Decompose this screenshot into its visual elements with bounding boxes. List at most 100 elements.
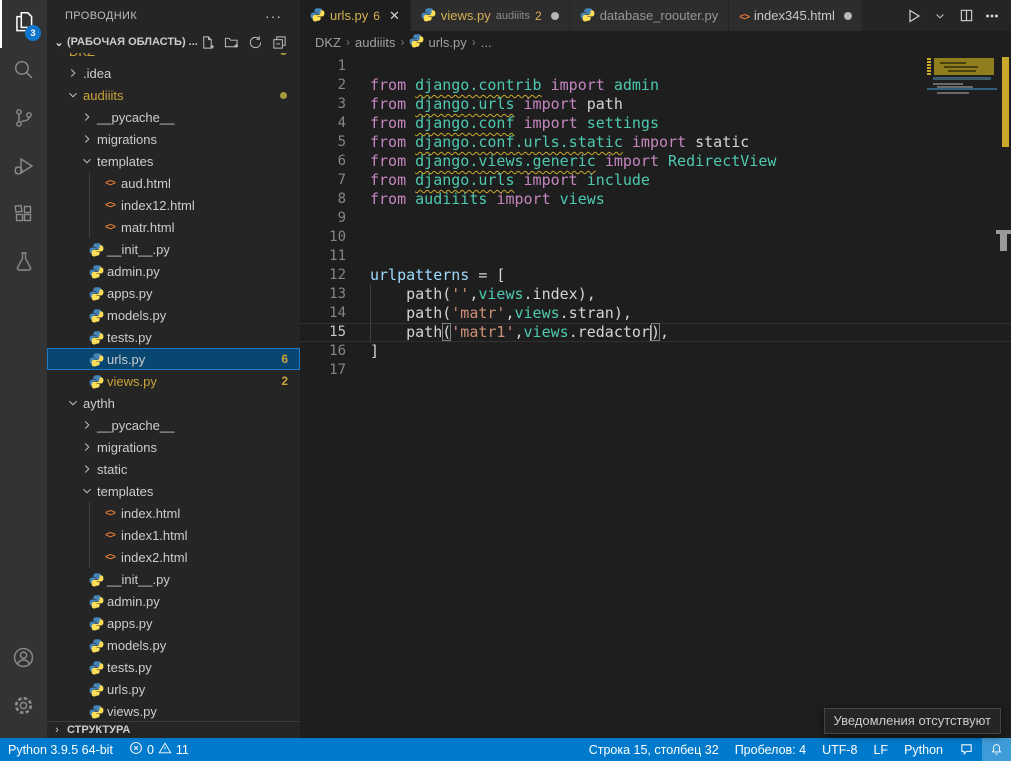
code-token: 'matr' <box>451 304 505 322</box>
tab-index345-html[interactable]: <>index345.html <box>729 0 863 31</box>
tree-item-index12-html[interactable]: <>index12.html <box>47 194 300 216</box>
tree-item-templates[interactable]: templates <box>47 150 300 172</box>
tree-item-urls-py[interactable]: urls.py6 <box>47 348 300 370</box>
tree-item-admin-py[interactable]: admin.py <box>47 590 300 612</box>
outline-section-header[interactable]: › СТРУКТУРА <box>47 721 300 738</box>
tree-item-tests-py[interactable]: tests.py <box>47 656 300 678</box>
tree-item-index-html[interactable]: <>index.html <box>47 502 300 524</box>
tree-item-audiiits[interactable]: audiiits <box>47 84 300 106</box>
cursor-position-status[interactable]: Строка 15, столбец 32 <box>581 738 727 761</box>
activity-testing-button[interactable] <box>0 240 47 288</box>
tab-database-roouter-py[interactable]: database_roouter.py <box>570 0 730 31</box>
code-line-6[interactable]: 6from django.views.generic import Redire… <box>300 152 1011 171</box>
chevron-right-icon <box>79 110 95 124</box>
activity-explorer-button[interactable]: 3 <box>0 0 47 48</box>
ellipsis-icon[interactable] <box>981 5 1003 27</box>
code-line-3[interactable]: 3from django.urls import path <box>300 95 1011 114</box>
tree-item-aud-html[interactable]: <>aud.html <box>47 172 300 194</box>
activity-search-button[interactable] <box>0 48 47 96</box>
tree-item-views-py[interactable]: views.py2 <box>47 370 300 392</box>
code-line-4[interactable]: 4from django.conf import settings <box>300 114 1011 133</box>
tree-item--init-py[interactable]: __init__.py <box>47 238 300 260</box>
tree-item--idea[interactable]: .idea <box>47 62 300 84</box>
code-line-10[interactable]: 10 <box>300 228 1011 247</box>
tree-item-index1-html[interactable]: <>index1.html <box>47 524 300 546</box>
tree-item-dkz[interactable]: DKZ <box>47 53 300 62</box>
tree-item-index2-html[interactable]: <>index2.html <box>47 546 300 568</box>
notifications-bell-icon[interactable] <box>982 738 1011 761</box>
code-token: from <box>370 171 406 189</box>
encoding-status[interactable]: UTF-8 <box>814 738 865 761</box>
breadcrumb-item[interactable]: DKZ <box>315 35 341 50</box>
tree-item-urls-py[interactable]: urls.py <box>47 678 300 700</box>
code-editor[interactable]: 12from django.contrib import admin3from … <box>300 53 1011 738</box>
tree-item-tests-py[interactable]: tests.py <box>47 326 300 348</box>
language-mode-status[interactable]: Python <box>896 738 951 761</box>
tree-item-models-py[interactable]: models.py <box>47 304 300 326</box>
tab-views-py[interactable]: views.pyaudiiits2 <box>411 0 570 31</box>
testing-icon <box>12 250 36 279</box>
minimap[interactable] <box>927 57 997 307</box>
code-line-16[interactable]: 16] <box>300 342 1011 361</box>
code-line-8[interactable]: 8from audiiits import views <box>300 190 1011 209</box>
code-line-15[interactable]: 15 path('matr1',views.redactor), <box>300 323 1011 342</box>
tree-item-label: aud.html <box>121 176 171 191</box>
eol-status[interactable]: LF <box>865 738 896 761</box>
indent-guide <box>370 304 371 323</box>
activity-account-button[interactable] <box>0 636 47 684</box>
chevron-right-icon: › <box>47 724 67 736</box>
breadcrumb-item[interactable]: urls.py <box>409 33 466 51</box>
refresh-icon[interactable] <box>246 33 264 51</box>
code-token <box>406 190 415 208</box>
code-line-7[interactable]: 7from django.urls import include <box>300 171 1011 190</box>
tree-item-matr-html[interactable]: <>matr.html <box>47 216 300 238</box>
code-line-13[interactable]: 13 path('',views.index), <box>300 285 1011 304</box>
tree-item-static[interactable]: static <box>47 458 300 480</box>
tree-item-apps-py[interactable]: apps.py <box>47 612 300 634</box>
workspace-section-header[interactable]: ⌄ (РАБОЧАЯ ОБЛАСТЬ) ... <box>47 31 300 53</box>
tree-item-apps-py[interactable]: apps.py <box>47 282 300 304</box>
tree-item-aythh[interactable]: aythh <box>47 392 300 414</box>
tree-item-migrations[interactable]: migrations <box>47 128 300 150</box>
new-folder-icon[interactable] <box>222 33 240 51</box>
code-line-12[interactable]: 12urlpatterns = [ <box>300 266 1011 285</box>
breadcrumb-item[interactable]: audiiits <box>355 35 395 50</box>
tree-item-views-py[interactable]: views.py <box>47 700 300 721</box>
code-line-11[interactable]: 11 <box>300 247 1011 266</box>
code-line-9[interactable]: 9 <box>300 209 1011 228</box>
breadcrumb-item[interactable]: ... <box>481 35 492 50</box>
tree-item-templates[interactable]: templates <box>47 480 300 502</box>
tree-item--pycache-[interactable]: __pycache__ <box>47 106 300 128</box>
explorer-more-actions-icon[interactable]: ··· <box>265 8 282 24</box>
code-line-17[interactable]: 17 <box>300 361 1011 380</box>
close-icon[interactable]: ✕ <box>389 8 400 24</box>
code-line-5[interactable]: 5from django.conf.urls.static import sta… <box>300 133 1011 152</box>
split-icon[interactable] <box>955 5 977 27</box>
line-number: 15 <box>300 323 346 342</box>
tree-item-models-py[interactable]: models.py <box>47 634 300 656</box>
tree-item-migrations[interactable]: migrations <box>47 436 300 458</box>
tab-urls-py[interactable]: urls.py6✕ <box>300 0 411 31</box>
new-file-icon[interactable] <box>198 33 216 51</box>
overview-ruler[interactable] <box>997 57 1011 738</box>
html-file-icon: <> <box>101 530 119 541</box>
chevron-down-icon[interactable] <box>929 5 951 27</box>
problems-status[interactable]: 0 11 <box>121 738 197 761</box>
code-token: views <box>524 323 569 341</box>
tree-item--pycache-[interactable]: __pycache__ <box>47 414 300 436</box>
play-icon[interactable] <box>903 5 925 27</box>
code-line-1[interactable]: 1 <box>300 57 1011 76</box>
feedback-icon[interactable] <box>951 738 982 761</box>
activity-settings-button[interactable] <box>0 684 47 732</box>
code-token: path( <box>370 304 451 322</box>
tree-item-admin-py[interactable]: admin.py <box>47 260 300 282</box>
collapse-all-icon[interactable] <box>270 33 288 51</box>
activity-source-control-button[interactable] <box>0 96 47 144</box>
activity-extensions-button[interactable] <box>0 192 47 240</box>
activity-run-debug-button[interactable] <box>0 144 47 192</box>
python-interpreter-status[interactable]: Python 3.9.5 64-bit <box>0 738 121 761</box>
code-line-2[interactable]: 2from django.contrib import admin <box>300 76 1011 95</box>
indentation-status[interactable]: Пробелов: 4 <box>727 738 814 761</box>
tree-item--init-py[interactable]: __init__.py <box>47 568 300 590</box>
code-line-14[interactable]: 14 path('matr',views.stran), <box>300 304 1011 323</box>
